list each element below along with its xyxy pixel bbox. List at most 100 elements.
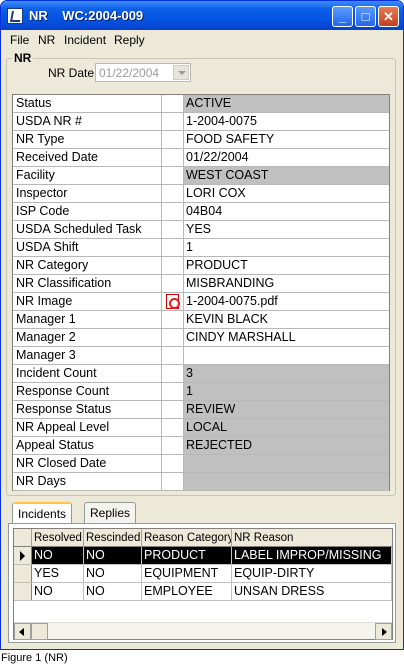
field-value[interactable]: YES: [184, 221, 389, 238]
incident-cell[interactable]: NO: [32, 583, 84, 600]
field-icon-cell: [162, 95, 184, 112]
field-icon-cell: [162, 167, 184, 184]
field-label: USDA Shift: [13, 239, 162, 256]
field-label: ISP Code: [13, 203, 162, 220]
row-selector[interactable]: [14, 547, 32, 564]
field-icon-cell: [162, 365, 184, 382]
row-selector[interactable]: [14, 583, 32, 600]
incident-cell[interactable]: LABEL IMPROP/MISSING: [232, 547, 392, 564]
menu-nr[interactable]: NR: [38, 33, 55, 47]
field-value: WEST COAST: [184, 167, 389, 184]
nr-detail-grid: Status ACTIVE USDA NR # 1-2004-0075 NR Type F…: [12, 94, 390, 491]
col-rescinded[interactable]: Rescinded: [84, 529, 142, 547]
incident-cell[interactable]: EQUIP-DIRTY: [232, 565, 392, 582]
nr-date-value: 01/22/2004: [99, 66, 160, 80]
field-value[interactable]: 04B04: [184, 203, 389, 220]
field-label: NR Classification: [13, 275, 162, 292]
field-icon-cell: [162, 473, 184, 490]
row-selector[interactable]: [14, 565, 32, 582]
field-value[interactable]: CINDY MARSHALL: [184, 329, 389, 346]
field-icon-cell: [162, 311, 184, 328]
field-value[interactable]: 1: [184, 239, 389, 256]
incident-cell[interactable]: NO: [84, 547, 142, 564]
field-row: Appeal Status REJECTED: [13, 437, 389, 455]
menu-file[interactable]: File: [10, 33, 29, 47]
field-value[interactable]: FOOD SAFETY: [184, 131, 389, 148]
field-value[interactable]: 1-2004-0075: [184, 113, 389, 130]
field-label: NR Type: [13, 131, 162, 148]
field-value[interactable]: 01/22/2004: [184, 149, 389, 166]
field-row: NR Image 1-2004-0075.pdf: [13, 293, 389, 311]
field-row: Facility WEST COAST: [13, 167, 389, 185]
menu-incident[interactable]: Incident: [64, 33, 106, 47]
field-row: Response Count 1: [13, 383, 389, 401]
tab-incidents[interactable]: Incidents (3): [12, 502, 73, 541]
field-value[interactable]: MISBRANDING: [184, 275, 389, 292]
field-row: Incident Count 3: [13, 365, 389, 383]
field-label: NR Closed Date: [13, 455, 162, 472]
nr-date-label: NR Date:: [48, 66, 98, 80]
field-row: NR Classification MISBRANDING: [13, 275, 389, 293]
incidents-panel: Resolved Rescinded Reason Category NR Re…: [8, 523, 396, 643]
field-icon-cell: [162, 419, 184, 436]
tab-replies[interactable]: Replies (2): [84, 502, 137, 540]
field-icon-cell: [162, 347, 184, 364]
field-icon-cell: [162, 383, 184, 400]
scroll-thumb[interactable]: [31, 623, 48, 640]
menu-reply[interactable]: Reply: [114, 33, 145, 47]
col-resolved[interactable]: Resolved: [32, 529, 84, 547]
incident-cell[interactable]: EQUIPMENT: [142, 565, 232, 582]
field-label: Status: [13, 95, 162, 112]
field-label: NR Category: [13, 257, 162, 274]
field-value[interactable]: KEVIN BLACK: [184, 311, 389, 328]
field-value[interactable]: [184, 347, 389, 364]
row-selector-header: [14, 529, 32, 547]
field-value: [184, 455, 389, 472]
field-row: NR Type FOOD SAFETY: [13, 131, 389, 149]
close-button[interactable]: ✕: [378, 6, 399, 27]
field-row: NR Appeal Level LOCAL: [13, 419, 389, 437]
incident-cell[interactable]: NO: [84, 583, 142, 600]
title-bar[interactable]: NR WC:2004-009 _ □ ✕: [1, 1, 403, 30]
maximize-button[interactable]: □: [355, 6, 376, 27]
incident-cell[interactable]: UNSAN DRESS: [232, 583, 392, 600]
incident-row[interactable]: NO NO PRODUCT LABEL IMPROP/MISSING: [14, 547, 392, 565]
col-nr-reason[interactable]: NR Reason: [232, 529, 392, 547]
incident-cell[interactable]: YES: [32, 565, 84, 582]
field-label: Facility: [13, 167, 162, 184]
field-label: Response Status: [13, 401, 162, 418]
incident-cell[interactable]: NO: [84, 565, 142, 582]
chevron-down-icon[interactable]: [173, 65, 189, 80]
minimize-button[interactable]: _: [332, 6, 353, 27]
field-value[interactable]: LORI COX: [184, 185, 389, 202]
field-icon-cell: [162, 221, 184, 238]
incidents-grid: Resolved Rescinded Reason Category NR Re…: [13, 528, 393, 640]
nr-group-label: NR: [12, 51, 34, 65]
field-label: NR Days: [13, 473, 162, 490]
field-label: USDA NR #: [13, 113, 162, 130]
field-icon-cell: [162, 203, 184, 220]
col-reason-category[interactable]: Reason Category: [142, 529, 232, 547]
figure-caption: Figure 1 (NR): [1, 652, 68, 664]
field-value[interactable]: PRODUCT: [184, 257, 389, 274]
field-icon-cell: [162, 275, 184, 292]
scroll-right-icon[interactable]: [375, 623, 392, 640]
field-value[interactable]: 1-2004-0075.pdf: [184, 293, 389, 310]
pdf-icon[interactable]: [166, 294, 180, 309]
horizontal-scrollbar[interactable]: [14, 622, 392, 640]
field-row: NR Category PRODUCT: [13, 257, 389, 275]
nr-date-picker[interactable]: 01/22/2004: [95, 63, 191, 82]
field-label: Received Date: [13, 149, 162, 166]
field-label: NR Appeal Level: [13, 419, 162, 436]
incident-cell[interactable]: EMPLOYEE: [142, 583, 232, 600]
incident-cell[interactable]: NO: [32, 547, 84, 564]
menu-bar: File NR Incident Reply: [2, 30, 402, 50]
scroll-left-icon[interactable]: [14, 623, 31, 640]
field-icon-cell: [162, 257, 184, 274]
field-value: 1: [184, 383, 389, 400]
incident-row[interactable]: NO NO EMPLOYEE UNSAN DRESS: [14, 583, 392, 601]
incident-cell[interactable]: PRODUCT: [142, 547, 232, 564]
field-label: USDA Scheduled Task: [13, 221, 162, 238]
incident-row[interactable]: YES NO EQUIPMENT EQUIP-DIRTY: [14, 565, 392, 583]
field-icon-cell: [162, 113, 184, 130]
